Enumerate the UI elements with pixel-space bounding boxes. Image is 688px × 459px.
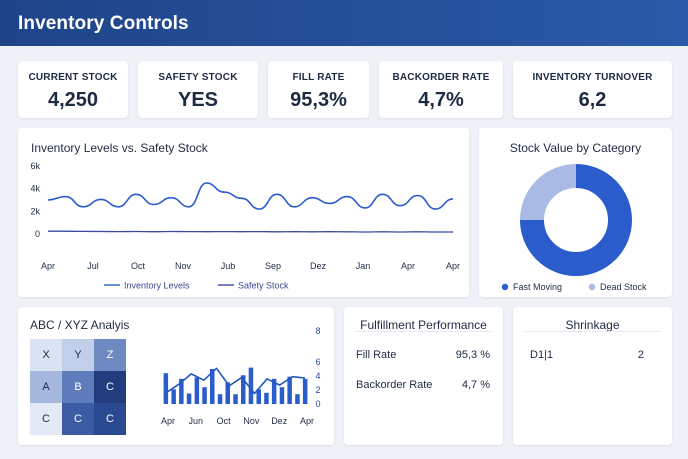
divider <box>356 331 491 332</box>
row-value: 2 <box>637 349 644 361</box>
matrix-cell: Z <box>94 339 126 371</box>
kpi-label: CURRENT STOCK <box>28 72 118 83</box>
kpi-label: FILL RATE <box>292 72 345 83</box>
kpi-value: YES <box>177 89 219 111</box>
shrinkage-row: D1|1 2 <box>530 349 644 361</box>
row-label: D1|1 <box>530 349 554 361</box>
card-title: Shrinkage <box>565 318 620 332</box>
row-value: 4,7 % <box>461 379 490 391</box>
kpi-card-inventory-turnover: INVENTORY TURNOVER 6,2 <box>513 61 672 118</box>
matrix-cell: X <box>30 339 62 371</box>
divider <box>525 331 660 332</box>
chart-title: ABC / XYZ Analyis <box>30 318 130 332</box>
fill-rate-row: Fill Rate 95,3 % <box>356 349 490 361</box>
matrix-cell: C <box>94 371 126 403</box>
inventory-levels-card: Inventory Levels vs. Safety Stock <box>18 128 469 297</box>
matrix-cell: A <box>30 371 62 403</box>
matrix-cell: C <box>94 403 126 435</box>
kpi-label: SAFETY STOCK <box>158 72 238 83</box>
card-title: Fulfillment Performance <box>360 318 487 332</box>
backorder-rate-row: Backorder Rate 4,7 % <box>356 379 490 391</box>
kpi-card-current-stock: CURRENT STOCK 4,250 <box>18 61 128 118</box>
kpi-card-safety-stock: SAFETY STOCK YES <box>138 61 258 118</box>
row-value: 95,3 % <box>455 349 490 361</box>
kpi-value: 4,7% <box>418 89 464 111</box>
chart-title: Stock Value by Category <box>509 141 642 155</box>
matrix-cell: C <box>30 403 62 435</box>
kpi-card-backorder-rate: BACKORDER RATE 4,7% <box>379 61 503 118</box>
kpi-label: INVENTORY TURNOVER <box>532 72 653 83</box>
abc-xyz-matrix: XYZABCCCC <box>30 339 126 435</box>
stock-value-card: Stock Value by Category <box>479 128 672 297</box>
kpi-value: 4,250 <box>47 89 99 111</box>
page-title: Inventory Controls <box>18 13 189 34</box>
matrix-cell: B <box>62 371 94 403</box>
kpi-card-fill-rate: FILL RATE 95,3% <box>268 61 369 118</box>
kpi-label: BACKORDER RATE <box>392 72 490 83</box>
matrix-cell: C <box>62 403 94 435</box>
kpi-value: 6,2 <box>578 89 607 111</box>
shrinkage-card: Shrinkage <box>513 307 672 445</box>
chart-title: Inventory Levels vs. Safety Stock <box>31 141 208 155</box>
matrix-cell: Y <box>62 339 94 371</box>
row-label: Backorder Rate <box>356 379 433 391</box>
kpi-value: 95,3% <box>290 89 347 111</box>
app-header: Inventory Controls <box>0 0 688 46</box>
row-label: Fill Rate <box>356 349 397 361</box>
fulfillment-card: Fulfillment Performance <box>344 307 503 445</box>
